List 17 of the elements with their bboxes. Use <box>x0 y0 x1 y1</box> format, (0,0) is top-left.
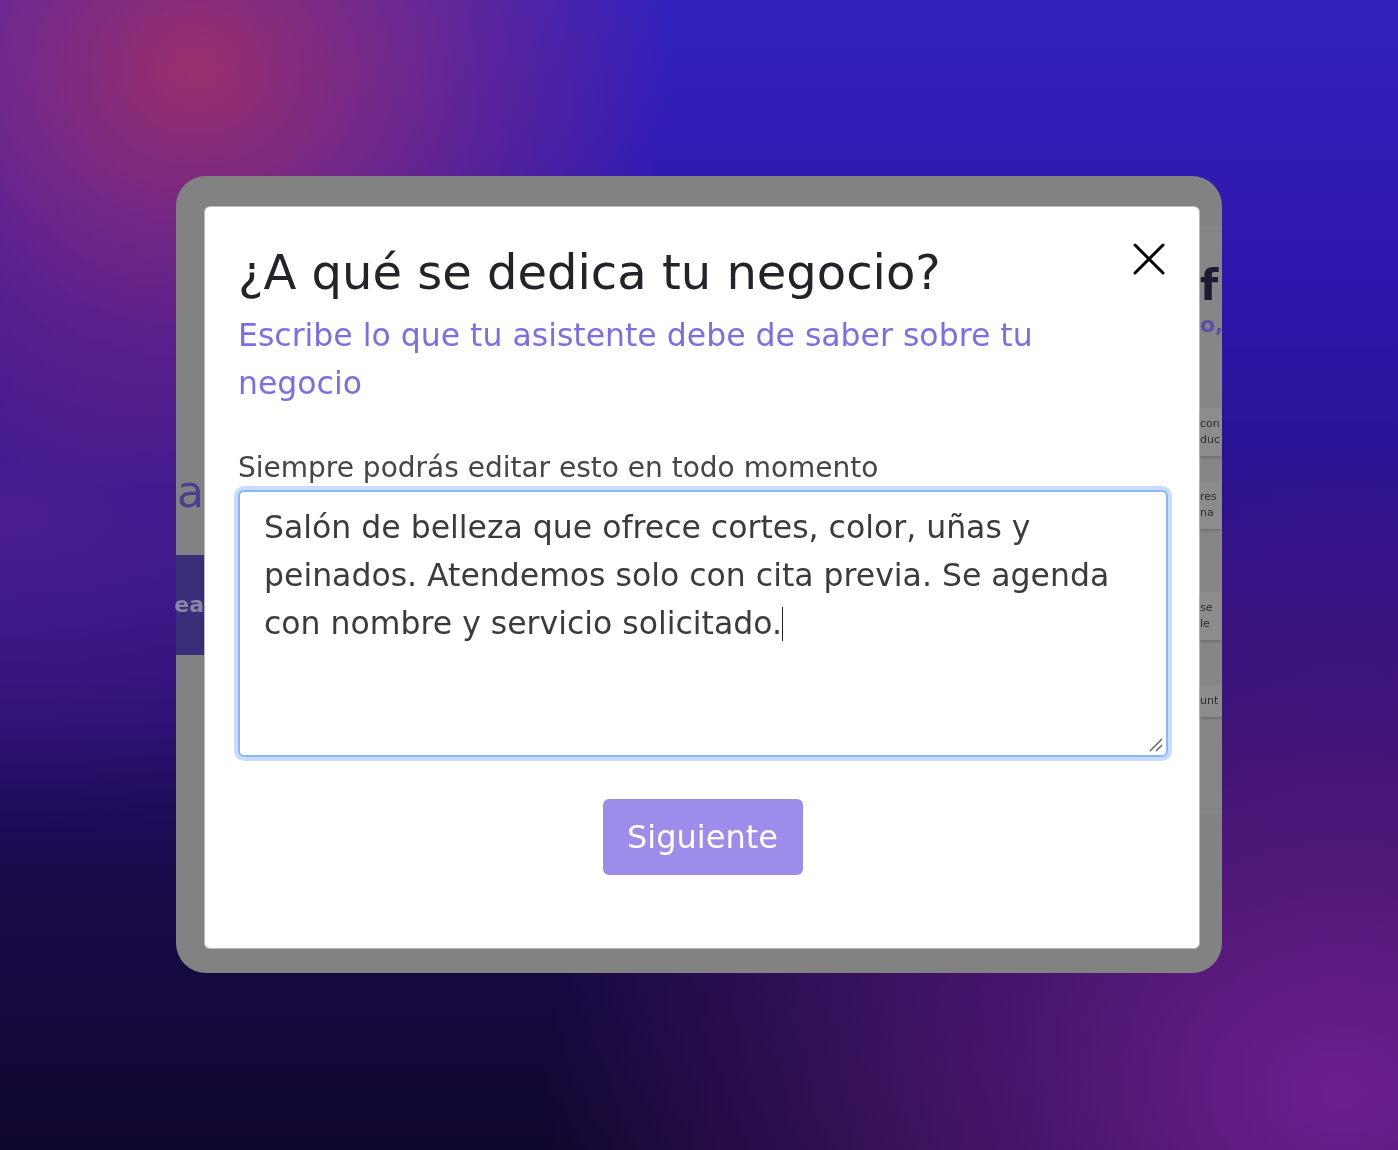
close-button[interactable] <box>1131 241 1167 277</box>
dialog-subtitle: Escribe lo que tu asistente debe de saber sobre tu negocio <box>238 316 1034 403</box>
dialog-title: ¿A qué se dedica tu negocio? <box>238 245 942 299</box>
heading-fragment: f <box>1200 263 1220 309</box>
text-cursor-icon <box>781 607 784 641</box>
card-text-fragment: unt <box>1200 693 1220 709</box>
card-text-fragment: res <box>1200 489 1218 505</box>
card-text-fragment: na <box>1200 505 1215 521</box>
close-icon <box>1133 243 1165 275</box>
field-label: Siempre podrás editar esto en todo momento <box>238 452 880 484</box>
heading-fragment: a <box>177 468 204 516</box>
card-text-fragment: duc <box>1200 432 1221 448</box>
card-text-fragment: le <box>1200 616 1211 632</box>
card-text-fragment: se <box>1200 600 1214 616</box>
banner-text-fragment: ea <box>174 592 204 618</box>
resize-handle-icon <box>1149 738 1163 752</box>
card-text-fragment: con <box>1200 416 1221 432</box>
